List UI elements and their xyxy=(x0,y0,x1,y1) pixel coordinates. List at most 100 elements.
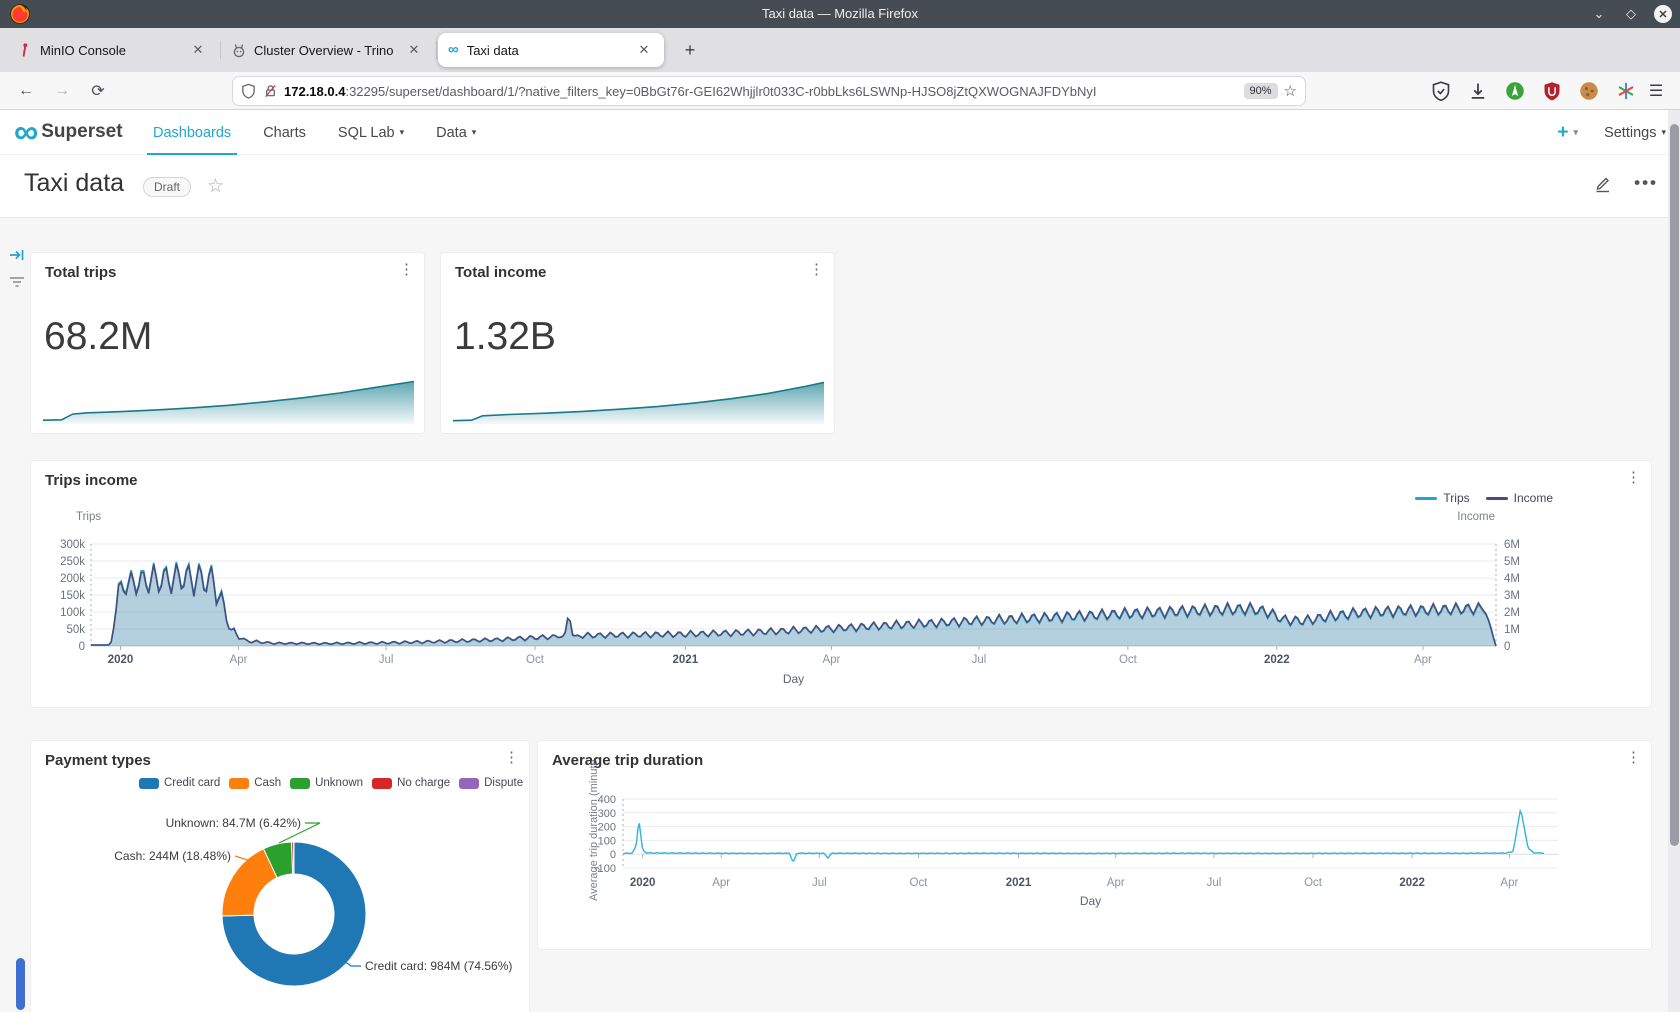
avg-trip-duration-chart[interactable]: 4003002001000-1002020AprJulOct2021AprJul… xyxy=(538,789,1653,956)
chart-menu-kebab[interactable]: ⋮ xyxy=(1626,750,1641,766)
chart-legend: Trips Income xyxy=(1415,491,1553,505)
chart-menu-kebab[interactable]: ⋮ xyxy=(504,750,519,766)
settings-menu[interactable]: Settings▾ xyxy=(1604,125,1666,141)
page-scrollbar[interactable] xyxy=(1668,110,1680,1012)
total-income-value: 1.32B xyxy=(454,315,556,359)
url-path: :32295/superset/dashboard/1/?native_filt… xyxy=(345,84,1096,99)
svg-text:0: 0 xyxy=(1504,641,1510,653)
menu-icon[interactable]: ☰ xyxy=(1644,79,1668,103)
nav-item-charts[interactable]: Charts xyxy=(247,110,322,155)
svg-text:6M: 6M xyxy=(1504,539,1520,551)
svg-text:5M: 5M xyxy=(1504,556,1520,568)
svg-text:100k: 100k xyxy=(60,607,85,619)
bookmark-star-icon[interactable]: ☆ xyxy=(1284,82,1297,100)
chart-title: Total trips xyxy=(45,264,116,281)
avg-trip-duration-card: Average trip duration ⋮ 4003002001000-10… xyxy=(537,740,1652,950)
chart-menu-kebab[interactable]: ⋮ xyxy=(809,262,824,278)
container-icon[interactable] xyxy=(1616,81,1636,101)
minimize-button[interactable]: ⌄ xyxy=(1590,5,1608,23)
legend-item-cash[interactable]: Cash xyxy=(229,777,281,789)
tab-label: MinIO Console xyxy=(40,43,182,58)
nav-item-data[interactable]: Data▾ xyxy=(420,110,492,155)
trips-income-chart[interactable]: 300k6M250k5M200k4M150k3M100k2M50k1M00202… xyxy=(31,521,1653,714)
tab-separator xyxy=(220,41,221,59)
browser-tab-minio-console[interactable]: MinIO Console ✕ xyxy=(8,33,218,67)
donut-callout: Unknown: 84.7M (6.42%) xyxy=(166,816,301,830)
browser-tab-taxi-data[interactable]: ∞Taxi data✕ xyxy=(438,33,664,67)
reload-button[interactable]: ⟳ xyxy=(86,79,110,103)
svg-text:300k: 300k xyxy=(60,539,85,551)
svg-text:2020: 2020 xyxy=(630,877,656,889)
legend-item-income[interactable]: Income xyxy=(1486,491,1553,505)
total-trips-sparkline xyxy=(43,376,414,429)
tracking-shield-icon[interactable] xyxy=(241,83,256,99)
chart-title: Total income xyxy=(455,264,546,281)
svg-text:Jul: Jul xyxy=(972,654,987,666)
svg-text:0: 0 xyxy=(79,641,85,653)
expand-filter-bar-icon[interactable] xyxy=(8,246,26,264)
window-title: Taxi data — Mozilla Firefox xyxy=(0,0,1680,28)
filter-icon[interactable] xyxy=(8,272,26,290)
legend-swatch xyxy=(372,778,392,789)
url-text[interactable]: 172.18.0.4:32295/superset/dashboard/1/?n… xyxy=(284,84,1238,99)
legend-item-credit-card[interactable]: Credit card xyxy=(139,777,220,789)
chart-menu-kebab[interactable]: ⋮ xyxy=(399,262,414,278)
add-new-button[interactable]: +▾ xyxy=(1557,122,1578,144)
payment-types-donut[interactable]: Credit card: 984M (74.56%)Cash: 244M (18… xyxy=(31,799,531,1012)
back-button[interactable]: ← xyxy=(14,79,38,103)
privacy-badger-icon[interactable] xyxy=(1505,81,1525,101)
url-bar[interactable]: 172.18.0.4:32295/superset/dashboard/1/?n… xyxy=(232,76,1306,106)
page-title: Taxi data xyxy=(24,169,124,198)
legend-item-dispute[interactable]: Dispute xyxy=(459,777,523,789)
status-badge: Draft xyxy=(143,177,191,197)
svg-text:250k: 250k xyxy=(60,556,85,568)
lock-insecure-icon[interactable] xyxy=(263,83,278,99)
trips-income-card: Trips income ⋮ TripsIncome Trips Income … xyxy=(30,460,1652,708)
forward-button[interactable]: → xyxy=(50,79,74,103)
scrollbar-thumb[interactable] xyxy=(1670,124,1679,846)
svg-text:4M: 4M xyxy=(1504,573,1520,585)
filter-bar-handle[interactable] xyxy=(16,958,25,1010)
chart-legend: Credit card Cash Unknown No charge Dispute xyxy=(139,777,523,789)
cookie-icon[interactable] xyxy=(1579,81,1599,101)
svg-text:2020: 2020 xyxy=(108,654,134,666)
maximize-button[interactable]: ◇ xyxy=(1622,5,1640,23)
svg-text:200k: 200k xyxy=(60,573,85,585)
nav-item-dashboards[interactable]: Dashboards xyxy=(137,110,247,155)
new-tab-button[interactable]: + xyxy=(678,38,702,62)
ublock-icon[interactable] xyxy=(1542,81,1562,101)
svg-text:50k: 50k xyxy=(66,624,85,636)
shield-check-icon[interactable] xyxy=(1431,81,1451,101)
edit-pencil-icon[interactable] xyxy=(1593,174,1612,193)
legend-item-unknown[interactable]: Unknown xyxy=(290,777,363,789)
svg-text:Oct: Oct xyxy=(1304,877,1323,889)
legend-swatch xyxy=(290,778,310,789)
total-trips-value: 68.2M xyxy=(44,315,152,359)
download-icon[interactable] xyxy=(1468,81,1488,101)
browser-tab-cluster-overview-trino[interactable]: Cluster Overview - Trino ✕ xyxy=(222,33,434,67)
tab-separator xyxy=(436,41,437,59)
svg-text:Apr: Apr xyxy=(712,877,730,889)
nav-item-sql-lab[interactable]: SQL Lab▾ xyxy=(322,110,420,155)
zoom-level-badge[interactable]: 90% xyxy=(1244,83,1278,99)
window-titlebar: Taxi data — Mozilla Firefox ⌄ ◇ ✕ xyxy=(0,0,1680,28)
duration-y-axis-title: Average trip duration (minute xyxy=(588,755,604,905)
ellipsis-menu-icon[interactable]: ••• xyxy=(1634,173,1658,193)
dashboard-body: Total trips ⋮ 68.2M Total income ⋮ 1.32B… xyxy=(0,218,1680,1012)
svg-text:Apr: Apr xyxy=(822,654,840,666)
tab-close-icon[interactable]: ✕ xyxy=(634,40,654,60)
chart-title: Average trip duration xyxy=(552,752,703,769)
superset-brand-name: Superset xyxy=(41,121,122,143)
tab-close-icon[interactable]: ✕ xyxy=(188,40,208,60)
chart-menu-kebab[interactable]: ⋮ xyxy=(1626,470,1641,486)
tab-label: Cluster Overview - Trino xyxy=(254,43,398,58)
legend-item-trips[interactable]: Trips xyxy=(1415,491,1469,505)
tab-close-icon[interactable]: ✕ xyxy=(404,40,424,60)
close-button[interactable]: ✕ xyxy=(1654,5,1672,23)
superset-logo[interactable]: ∞ Superset xyxy=(14,114,123,150)
legend-item-no-charge[interactable]: No charge xyxy=(372,777,450,789)
favorite-star-icon[interactable]: ☆ xyxy=(207,175,224,198)
chart-title: Payment types xyxy=(45,752,151,769)
svg-text:2021: 2021 xyxy=(673,654,699,666)
svg-text:2M: 2M xyxy=(1504,607,1520,619)
